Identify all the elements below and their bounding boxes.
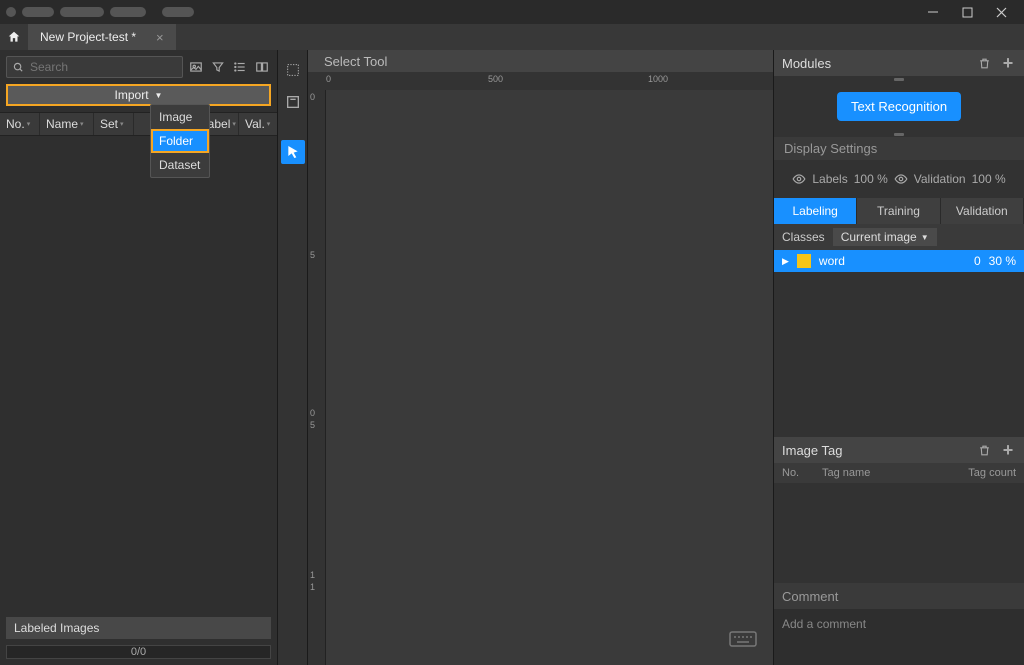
window-maximize-button[interactable]: [950, 0, 984, 24]
titlebar-pill: [22, 7, 54, 17]
text-recognition-button[interactable]: Text Recognition: [837, 92, 961, 121]
tab-training[interactable]: Training: [857, 198, 940, 224]
search-input-wrapper[interactable]: [6, 56, 183, 78]
dropdown-icon: ▼: [155, 91, 163, 100]
tab-validation[interactable]: Validation: [941, 198, 1024, 224]
expand-icon[interactable]: ▶: [782, 256, 789, 267]
left-panel: Import ▼ No.▾ Name▾ Set▾ Label▾ Val.▾ La…: [0, 50, 278, 665]
search-icon: [13, 62, 24, 73]
tool-strip: [278, 50, 308, 665]
eye-icon[interactable]: [894, 172, 908, 186]
project-tab-label: New Project-test *: [40, 30, 136, 44]
col-val[interactable]: Val.▾: [239, 113, 277, 135]
labeled-images-header: Labeled Images: [6, 617, 271, 639]
canvas-area: Select Tool 0 500 1000 0 5 0 5 1 1: [308, 50, 774, 665]
comment-input[interactable]: Add a comment: [774, 609, 1024, 665]
crop-tool-icon[interactable]: [281, 58, 305, 82]
titlebar: [0, 0, 1024, 24]
eye-icon[interactable]: [792, 172, 806, 186]
tool-title: Select Tool: [308, 50, 773, 72]
class-color-swatch: [797, 254, 811, 268]
add-icon[interactable]: +: [1000, 53, 1016, 74]
titlebar-pill: [110, 7, 146, 17]
viewport[interactable]: [326, 90, 773, 665]
display-settings-header: Display Settings: [774, 137, 1024, 160]
home-button[interactable]: [0, 24, 28, 50]
comment-header: Comment: [774, 583, 1024, 609]
thumbnail-view-icon[interactable]: [187, 58, 205, 76]
tab-labeling[interactable]: Labeling: [774, 198, 857, 224]
ruler-horizontal: 0 500 1000: [308, 72, 773, 90]
class-name: word: [819, 254, 966, 268]
mode-tabs: Labeling Training Validation: [774, 198, 1024, 224]
class-row[interactable]: ▶ word 0 30 %: [774, 250, 1024, 272]
tag-table-header: No. Tag name Tag count: [774, 463, 1024, 483]
window-minimize-button[interactable]: [916, 0, 950, 24]
import-menu-folder[interactable]: Folder: [151, 129, 209, 153]
list-view-icon[interactable]: [231, 58, 249, 76]
scope-dropdown[interactable]: Current image▼: [833, 228, 937, 246]
tag-tool-icon[interactable]: [281, 90, 305, 114]
import-menu-dataset[interactable]: Dataset: [151, 153, 209, 177]
ruler-vertical: 0 5 0 5 1 1: [308, 90, 326, 665]
col-set[interactable]: Set▾: [94, 113, 134, 135]
trash-icon[interactable]: [978, 444, 994, 457]
tag-list-empty: [774, 483, 1024, 583]
col-no[interactable]: No.▾: [0, 113, 40, 135]
search-input[interactable]: [30, 60, 176, 74]
window-close-button[interactable]: [984, 0, 1018, 24]
tab-close-icon[interactable]: ×: [156, 30, 164, 45]
col-name[interactable]: Name▾: [40, 113, 94, 135]
project-tab[interactable]: New Project-test * ×: [28, 24, 176, 50]
labeled-progress: 0/0: [6, 645, 271, 659]
image-list-empty: [0, 136, 277, 617]
add-icon[interactable]: +: [1000, 440, 1016, 461]
filter-icon[interactable]: [209, 58, 227, 76]
import-dropdown-menu: Image Folder Dataset: [150, 104, 210, 178]
image-tag-header: Image Tag +: [774, 437, 1024, 463]
keyboard-icon[interactable]: [729, 629, 757, 649]
import-menu-image[interactable]: Image: [151, 105, 209, 129]
macos-dot: [6, 7, 16, 17]
classes-header: Classes Current image▼: [774, 224, 1024, 250]
titlebar-pill: [60, 7, 104, 17]
right-panel: Modules + Text Recognition Display Setti…: [774, 50, 1024, 665]
modules-header: Modules +: [774, 50, 1024, 76]
titlebar-pill: [162, 7, 194, 17]
compare-icon[interactable]: [253, 58, 271, 76]
import-label: Import: [115, 88, 149, 102]
select-tool-icon[interactable]: [281, 140, 305, 164]
tab-bar: New Project-test * ×: [0, 24, 1024, 50]
display-stats: Labels 100 % Validation 100 %: [774, 160, 1024, 198]
image-table-header: No.▾ Name▾ Set▾ Label▾ Val.▾: [0, 112, 277, 136]
trash-icon[interactable]: [978, 57, 994, 70]
class-pct: 30 %: [989, 254, 1016, 268]
import-button[interactable]: Import ▼: [6, 84, 271, 106]
class-count: 0: [974, 254, 981, 268]
